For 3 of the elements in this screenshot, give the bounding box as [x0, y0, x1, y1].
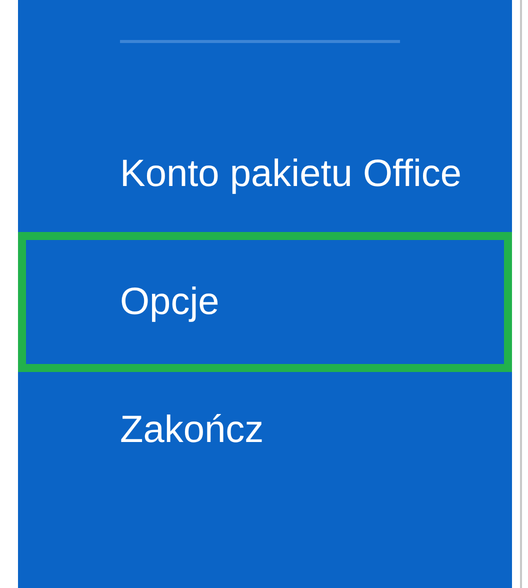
menu-item[interactable]: Zakończ	[18, 384, 512, 476]
menu-item[interactable]: Opcje	[18, 232, 512, 372]
menu-item[interactable]: Konto pakietu Office	[18, 128, 512, 220]
